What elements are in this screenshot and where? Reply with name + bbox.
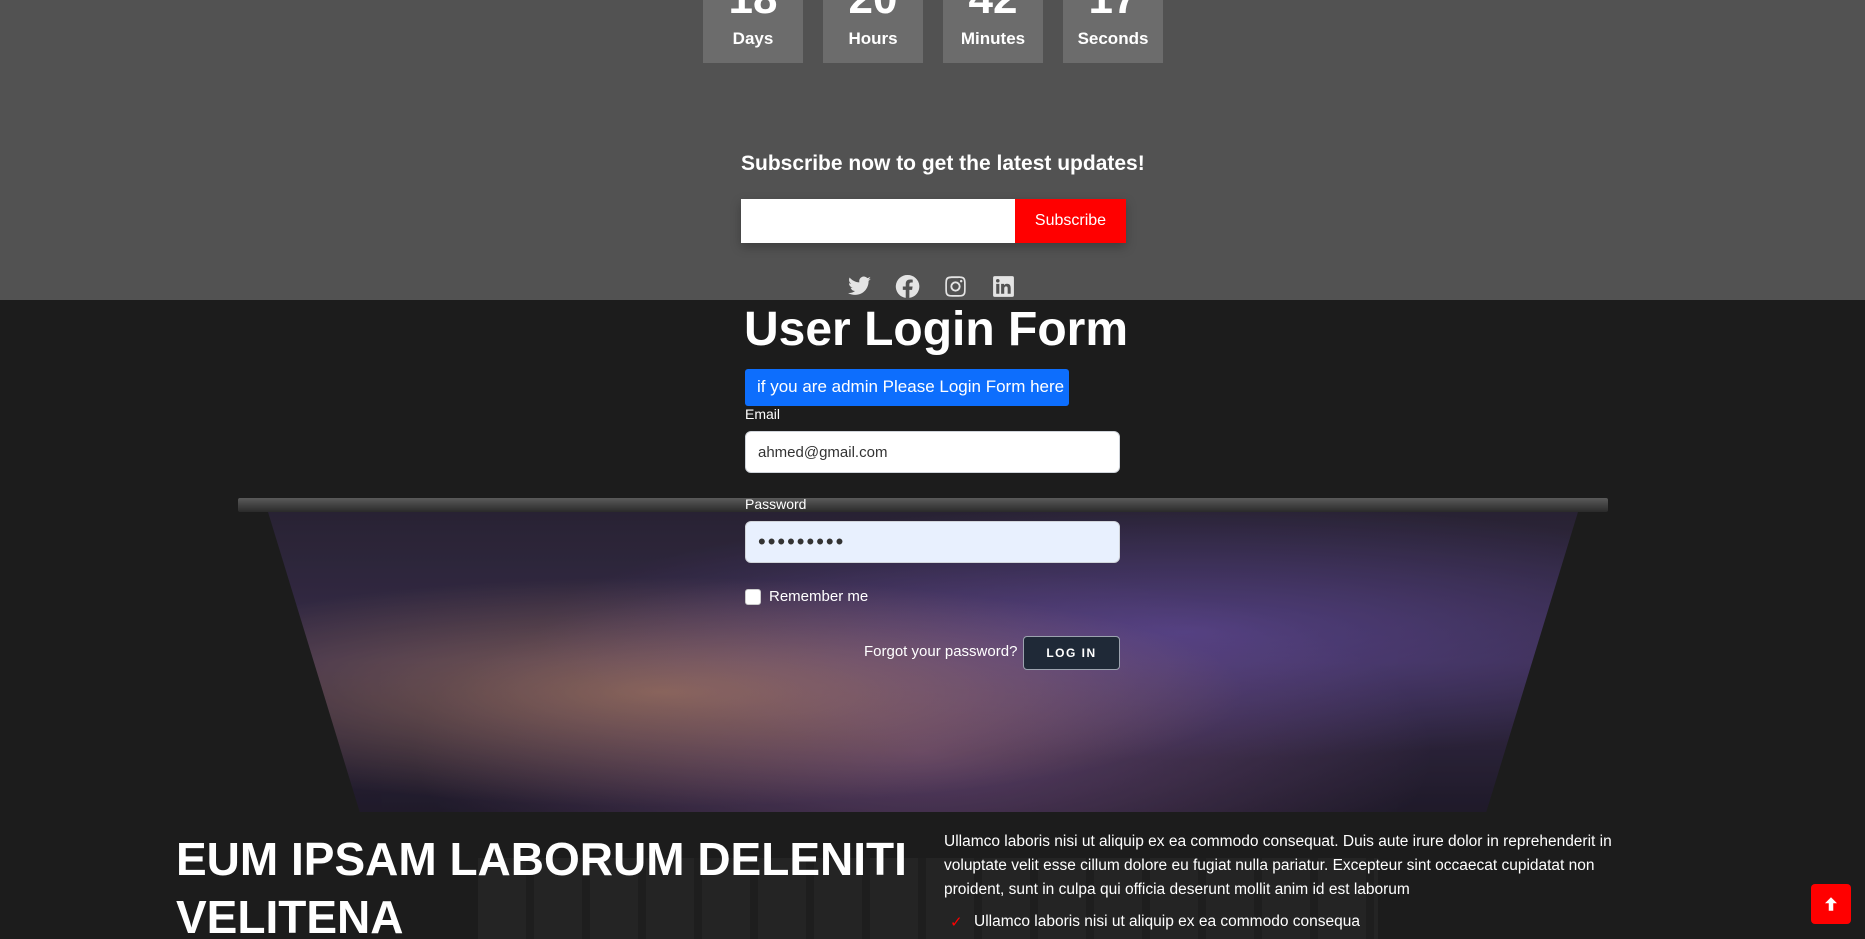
instagram-icon[interactable] bbox=[943, 274, 968, 299]
twitter-icon[interactable] bbox=[847, 274, 872, 299]
password-label: Password bbox=[745, 496, 807, 512]
countdown-minutes: 42 Minutes bbox=[943, 0, 1043, 63]
password-field[interactable] bbox=[745, 521, 1120, 563]
remember-me-checkbox[interactable] bbox=[745, 588, 761, 605]
countdown: 18 Days 20 Hours 42 Minutes 17 Seconds bbox=[703, 0, 1163, 63]
countdown-hours-label: Hours bbox=[848, 29, 898, 48]
remember-me: Remember me bbox=[745, 588, 868, 605]
subscribe-form: Subscribe bbox=[741, 199, 1126, 243]
countdown-minutes-value: 42 bbox=[943, 0, 1043, 24]
countdown-hours: 20 Hours bbox=[823, 0, 923, 63]
countdown-seconds-label: Seconds bbox=[1077, 29, 1149, 48]
about-list: ✓ Ullamco laboris nisi ut aliquip ex ea … bbox=[950, 913, 1360, 931]
admin-login-link[interactable]: if you are admin Please Login Form here bbox=[745, 369, 1069, 406]
email-field[interactable] bbox=[745, 431, 1120, 473]
list-item-text: Ullamco laboris nisi ut aliquip ex ea co… bbox=[974, 913, 1360, 930]
facebook-icon[interactable] bbox=[895, 274, 920, 299]
login-button[interactable]: LOG IN bbox=[1023, 636, 1120, 670]
about-paragraph: Ullamco laboris nisi ut aliquip ex ea co… bbox=[944, 833, 1612, 898]
subscribe-email-input[interactable] bbox=[741, 199, 1015, 243]
countdown-days: 18 Days bbox=[703, 0, 803, 63]
remember-me-label: Remember me bbox=[769, 588, 869, 605]
back-to-top-button[interactable] bbox=[1811, 884, 1851, 924]
subscribe-section: 18 Days 20 Hours 42 Minutes 17 Seconds S… bbox=[0, 0, 1865, 300]
countdown-seconds: 17 Seconds bbox=[1063, 0, 1163, 63]
about-heading: EUM IPSAM LABORUM DELENITI VELITENA bbox=[176, 833, 907, 939]
list-item: ✓ Ullamco laboris nisi ut aliquip ex ea … bbox=[950, 913, 1360, 931]
countdown-minutes-label: Minutes bbox=[960, 29, 1026, 48]
social-links bbox=[847, 274, 1016, 299]
countdown-days-label: Days bbox=[732, 29, 774, 48]
forgot-password-link[interactable]: Forgot your password? bbox=[864, 643, 1017, 660]
check-icon: ✓ bbox=[950, 914, 963, 931]
linkedin-icon[interactable] bbox=[991, 274, 1016, 299]
arrow-up-icon bbox=[1825, 897, 1837, 911]
countdown-seconds-value: 17 bbox=[1063, 0, 1163, 24]
email-label: Email bbox=[745, 406, 781, 422]
subscribe-button[interactable]: Subscribe bbox=[1015, 199, 1126, 243]
login-title: User Login Form bbox=[744, 303, 1129, 356]
countdown-days-value: 18 bbox=[703, 0, 803, 24]
countdown-hours-value: 20 bbox=[823, 0, 923, 24]
subscribe-title: Subscribe now to get the latest updates! bbox=[741, 152, 1145, 175]
laptop-lid-edge bbox=[238, 498, 1608, 512]
